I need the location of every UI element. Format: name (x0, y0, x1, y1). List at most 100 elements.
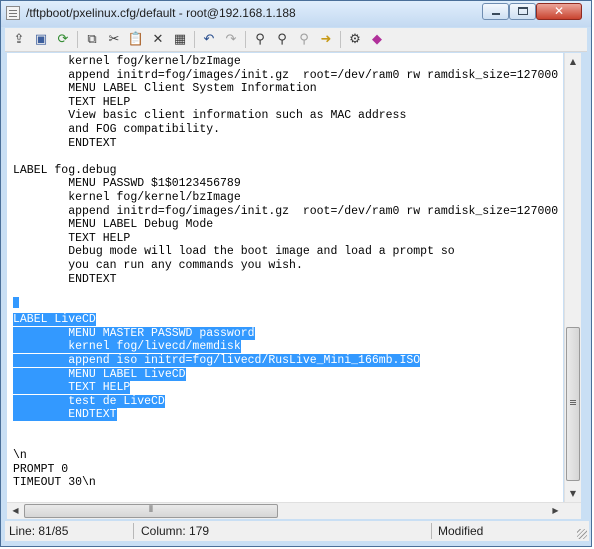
find-icon: ⚲ (255, 32, 265, 47)
editor-line: TEXT HELP (13, 232, 558, 246)
find-next-button[interactable]: ⚲ (273, 31, 291, 49)
upload-button[interactable]: ⇪ (10, 31, 28, 49)
editor-line: MENU LABEL Client System Information (13, 82, 558, 96)
title-bar[interactable]: /tftpboot/pxelinux.cfg/default - root@19… (1, 1, 591, 27)
status-modified: Modified (438, 524, 484, 538)
scroll-right-arrow-icon[interactable]: ▶ (547, 503, 564, 519)
settings-icon: ⚙ (349, 32, 361, 47)
editor-line: MENU LABEL LiveCD (13, 367, 558, 382)
editor-line: ENDTEXT (13, 273, 558, 287)
help-icon: ◆ (372, 32, 382, 47)
select-all-icon: ▦ (173, 32, 187, 47)
undo-button[interactable]: ↶ (200, 31, 218, 49)
editor-line-text: kernel fog/livecd/memdisk (13, 340, 241, 354)
undo-icon: ↶ (203, 32, 215, 47)
grip-icon (570, 400, 576, 401)
editor-line: ENDTEXT (13, 137, 558, 151)
toolbar-separator (245, 31, 246, 48)
editor-line: LABEL fog.debug (13, 164, 558, 178)
editor-line-text: PROMPT 0 (13, 462, 69, 476)
cut-icon: ✂ (108, 32, 120, 47)
toolbar: ⇪ ▣ ⟳ ⧉ ✂ 📋 ✕ ▦ ↶ ↷ ⚲ ⚲ ⚲ ➜ ⚙ ◆ (5, 28, 587, 52)
status-line: Line: 81/85 (9, 524, 69, 538)
close-icon: ✕ (553, 4, 565, 18)
goto-icon: ➜ (320, 32, 332, 47)
cut-button[interactable]: ✂ (105, 31, 123, 49)
editor-line: MENU PASSWD $1$0123456789 (13, 177, 558, 191)
window-title: /tftpboot/pxelinux.cfg/default - root@19… (26, 6, 296, 20)
text-editor[interactable]: kernel fog/kernel/bzImage append initrd=… (7, 53, 563, 502)
help-button[interactable]: ◆ (368, 31, 386, 49)
save-button[interactable]: ▣ (32, 31, 50, 49)
editor-lines: kernel fog/kernel/bzImage append initrd=… (13, 55, 558, 490)
editor-line-text: ENDTEXT (13, 272, 117, 286)
editor-line: TEXT HELP (13, 381, 558, 395)
find-button[interactable]: ⚲ (251, 31, 269, 49)
status-divider (431, 523, 432, 539)
copy-button[interactable]: ⧉ (83, 31, 101, 49)
editor-line: kernel fog/kernel/bzImage (13, 191, 558, 205)
editor-line-text: MENU LABEL Client System Information (13, 82, 317, 96)
editor-line: TIMEOUT 30\n (13, 476, 558, 490)
editor-line-text: \n (13, 449, 27, 463)
paste-button[interactable]: 📋 (127, 31, 145, 49)
horizontal-scroll-thumb[interactable]: ⦀ (24, 504, 278, 518)
settings-button[interactable]: ⚙ (346, 31, 364, 49)
editor-line-text: View basic client information such as MA… (13, 109, 407, 123)
goto-button[interactable]: ➜ (317, 31, 335, 49)
editor-line: append iso initrd=fog/livecd/RusLive_Min… (13, 354, 558, 368)
scroll-left-arrow-icon[interactable]: ◀ (7, 503, 24, 519)
scroll-down-arrow-icon[interactable]: ▼ (565, 485, 581, 502)
editor-line-text: ENDTEXT (13, 408, 117, 422)
editor-line: append initrd=fog/images/init.gz root=/d… (13, 69, 558, 83)
editor-line-text: TEXT HELP (13, 95, 131, 109)
save-icon: ▣ (34, 32, 48, 47)
editor-line: \n (13, 449, 558, 463)
upload-icon: ⇪ (13, 32, 25, 47)
editor-line-text: ENDTEXT (13, 136, 117, 150)
scroll-up-arrow-icon[interactable]: ▲ (565, 53, 581, 70)
close-button[interactable]: ✕ (536, 3, 582, 20)
editor-line: MENU LABEL Debug Mode (13, 218, 558, 232)
editor-line: kernel fog/livecd/memdisk (13, 340, 558, 354)
editor-line-text: kernel fog/kernel/bzImage (13, 190, 241, 204)
editor-line-text: append iso initrd=fog/livecd/RusLive_Min… (13, 354, 421, 368)
editor-line: MENU MASTER PASSWD password (13, 326, 558, 341)
editor-line-text: kernel fog/kernel/bzImage (13, 55, 241, 68)
editor-line-text: LABEL fog.debug (13, 163, 117, 177)
replace-button[interactable]: ⚲ (295, 31, 313, 49)
editor-line: View basic client information such as MA… (13, 109, 558, 123)
delete-button[interactable]: ✕ (149, 31, 167, 49)
editor-line-text: Debug mode will load the boot image and … (13, 245, 455, 259)
redo-button[interactable]: ↷ (222, 31, 240, 49)
refresh-button[interactable]: ⟳ (54, 31, 72, 49)
find-next-icon: ⚲ (277, 32, 287, 47)
horizontal-scrollbar[interactable]: ◀ ⦀ ▶ (7, 502, 581, 519)
maximize-button[interactable] (509, 3, 536, 20)
minimize-button[interactable] (482, 3, 509, 20)
editor-line-text: LABEL LiveCD (13, 313, 96, 327)
vertical-scrollbar[interactable]: ▲ ▼ (564, 53, 581, 502)
editor-line-text: test de LiveCD (13, 394, 165, 408)
editor-line-text: TIMEOUT 30\n (13, 476, 96, 490)
editor-line: and FOG compatibility. (13, 123, 558, 137)
status-divider (133, 523, 134, 539)
editor-line-text: MENU PASSWD $1$0123456789 (13, 177, 241, 191)
editor-line: test de LiveCD (13, 394, 558, 409)
refresh-icon: ⟳ (57, 32, 69, 47)
editor-line-text: MENU LABEL LiveCD (13, 367, 186, 381)
editor-line: TEXT HELP (13, 96, 558, 110)
toolbar-separator (340, 31, 341, 48)
replace-icon: ⚲ (299, 32, 309, 47)
editor-line: LABEL LiveCD (13, 313, 558, 327)
select-all-button[interactable]: ▦ (171, 31, 189, 49)
vertical-scroll-thumb[interactable] (566, 327, 580, 481)
document-icon (6, 6, 20, 20)
resize-grip-icon[interactable] (577, 529, 587, 539)
editor-line-text: TEXT HELP (13, 231, 131, 245)
editor-line-text: MENU MASTER PASSWD password (13, 326, 255, 340)
